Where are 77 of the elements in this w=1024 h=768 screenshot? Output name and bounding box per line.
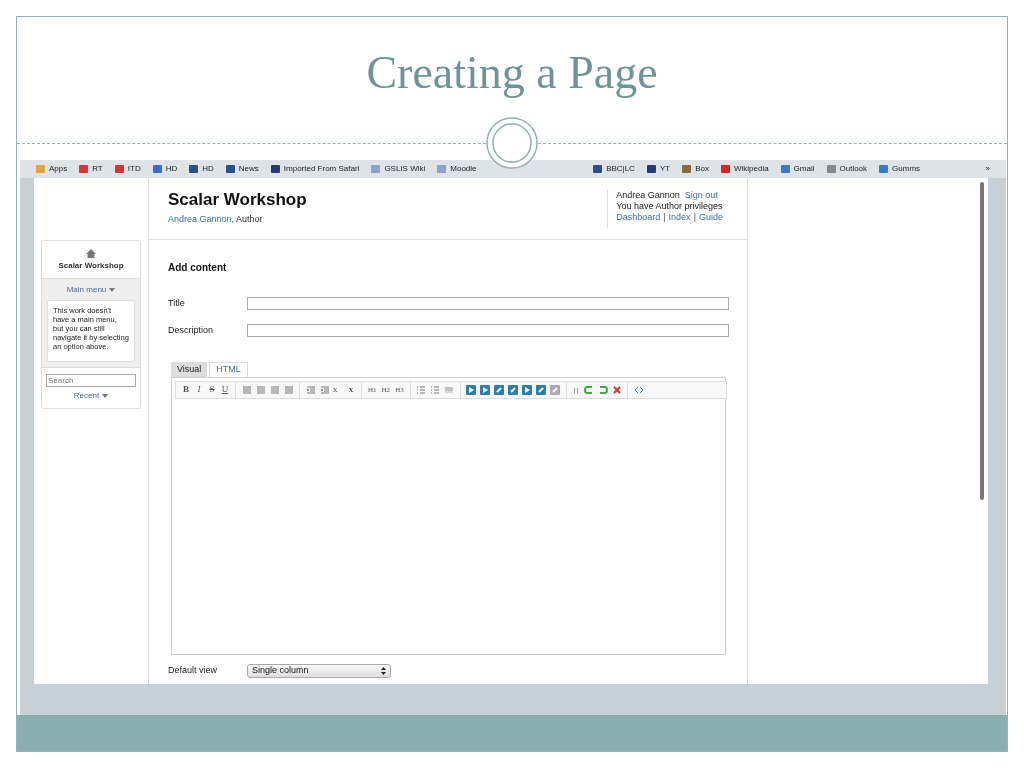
bookmark-link[interactable]: Box	[682, 163, 709, 175]
bookmark-link[interactable]: »	[985, 163, 990, 175]
link-separator: |	[693, 212, 696, 223]
caret-icon	[102, 394, 109, 398]
strikethrough-button[interactable]: S	[207, 383, 217, 397]
bookmark-link[interactable]: Wikipedia	[720, 163, 769, 175]
field-label: Description	[168, 323, 215, 337]
privileges-text: You have Author privileges	[616, 201, 723, 212]
default-view-select[interactable]: Single column	[247, 664, 391, 678]
slide-title: Creating a Page	[366, 50, 658, 100]
bookmark-link[interactable]: Gumms	[879, 163, 921, 175]
bookmark-icon	[79, 165, 89, 173]
stepper-icon	[381, 667, 386, 675]
bookmark-link[interactable]: GSLIS Wiki	[371, 163, 426, 175]
bookmark-icon	[720, 165, 730, 173]
editor-tab[interactable]: HTML	[209, 362, 248, 377]
bookmark-icon	[114, 165, 124, 173]
superscript-button[interactable]: x	[346, 383, 356, 397]
nav-link[interactable]: Dashboard	[616, 212, 661, 223]
scrollbar[interactable]	[980, 182, 984, 500]
bookmark-icon	[682, 165, 692, 173]
bookmark-link[interactable]: Moodle	[437, 163, 477, 175]
nav-link[interactable]: Guide	[698, 212, 723, 223]
bookmark-icon	[826, 165, 836, 173]
home-icon	[86, 249, 96, 258]
caret-icon	[109, 288, 116, 292]
bookmark-icon	[36, 165, 45, 173]
bookmark-link[interactable]: HD	[152, 163, 178, 175]
lines-icon[interactable]	[443, 384, 455, 396]
author-link[interactable]: Andrea Gannon	[168, 214, 232, 224]
close-icon[interactable]	[611, 384, 623, 396]
bookmark-icon	[189, 165, 199, 173]
text-field[interactable]	[246, 297, 729, 311]
play-icon[interactable]	[465, 384, 477, 396]
search-field[interactable]: Search	[46, 374, 136, 387]
bookmark-icon	[270, 165, 280, 173]
code-icon[interactable]	[633, 384, 645, 396]
bookmark-icon	[437, 165, 447, 173]
bookmark-link[interactable]: RT	[79, 163, 103, 175]
bookmark-icon	[371, 165, 381, 173]
user-name: Andrea Gannon	[616, 190, 680, 201]
bookmark-link[interactable]: ITD	[114, 163, 141, 175]
field-label: Default view	[168, 664, 219, 678]
bookmark-link[interactable]: HD	[189, 163, 214, 175]
text-field[interactable]	[246, 323, 729, 337]
editor-tab[interactable]: Visual	[171, 362, 208, 377]
field-label: Title	[168, 297, 186, 310]
link-separator: |	[663, 212, 666, 223]
site-name: Scalar Workshop	[58, 260, 124, 272]
nav-link[interactable]: Index	[668, 212, 691, 223]
subscript-button[interactable]: x	[333, 383, 343, 397]
bookmark-link[interactable]: YT	[646, 163, 671, 175]
bookmark-icon	[879, 165, 889, 173]
recent-button[interactable]: Recent	[73, 390, 109, 402]
section-heading: Add content	[168, 261, 228, 275]
list-icon[interactable]	[429, 384, 441, 396]
bookmark-icon	[152, 165, 162, 173]
bookmark-icon	[646, 165, 656, 173]
list-icon[interactable]	[415, 384, 427, 396]
bookmark-icon	[780, 165, 790, 173]
bookmark-link[interactable]: News	[225, 163, 259, 175]
site-title: Scalar Workshop	[168, 191, 307, 208]
sign-out-link[interactable]: Sign out	[684, 190, 718, 201]
play-icon[interactable]	[479, 384, 491, 396]
bookmark-link[interactable]: BBC|LC	[593, 163, 635, 175]
play-icon[interactable]	[521, 384, 533, 396]
bookmark-link[interactable]: Imported From Safari	[270, 163, 360, 175]
bold-button[interactable]: B	[181, 383, 191, 397]
bookmark-link[interactable]: Gmail	[780, 163, 815, 175]
bookmark-link[interactable]: Outlook	[826, 163, 868, 175]
italic-button[interactable]: I	[194, 383, 204, 397]
bookmark-icon	[225, 165, 235, 173]
bookmark-icon	[593, 165, 603, 173]
author-line: Andrea Gannon, Author	[168, 213, 264, 226]
underline-button[interactable]: U	[220, 383, 230, 397]
main-menu-button[interactable]: Main menu	[66, 284, 116, 296]
bookmark-link[interactable]: Apps	[36, 163, 68, 175]
